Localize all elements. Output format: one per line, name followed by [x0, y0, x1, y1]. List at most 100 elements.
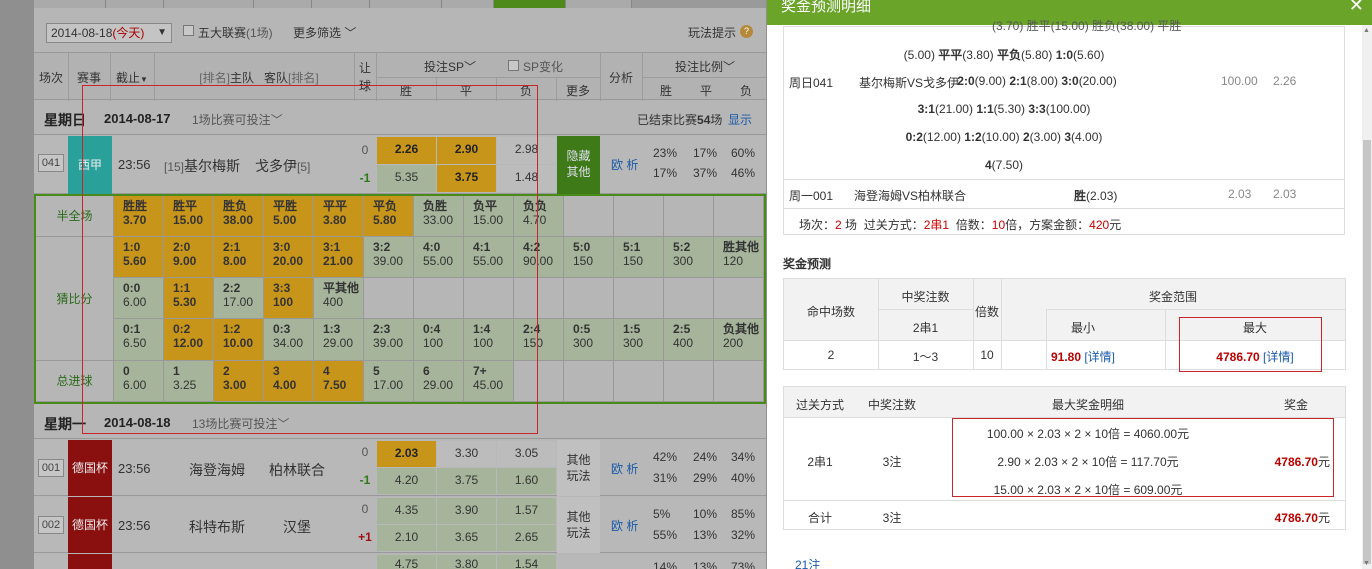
col-round: 场次: [38, 71, 63, 85]
ratio-lose: 60%: [731, 146, 756, 160]
sp-draw[interactable]: 3.30: [437, 441, 496, 467]
nav-tab[interactable]: [312, 0, 370, 8]
sp-hc-lose[interactable]: 2.65: [497, 525, 556, 551]
odds-option[interactable]: 1:5 300: [614, 319, 664, 361]
league-badge[interactable]: 德国杯: [68, 497, 112, 553]
bet-ratio-select[interactable]: 投注比例﹀: [644, 58, 766, 75]
option-key: 5:2: [673, 240, 691, 254]
match-time: 23:56: [118, 518, 151, 533]
ratio-lose: 34%: [731, 450, 756, 464]
col-ratio-draw: 平: [699, 84, 712, 98]
odds-option[interactable]: 负其他 200: [714, 319, 764, 361]
odds-option[interactable]: 5:1 150: [614, 237, 664, 278]
nav-tab[interactable]: [566, 0, 632, 8]
detail-line-5: 0:2(12.00) 1:2(10.00) 2(3.00) 3(4.00): [784, 130, 1224, 144]
nav-tab[interactable]: [254, 0, 312, 8]
nav-tab[interactable]: [106, 0, 164, 8]
sp-hc-lose[interactable]: 1.60: [497, 468, 556, 494]
scroll-down-icon[interactable]: ▼: [1363, 560, 1370, 567]
detail-segment: (4.00): [1071, 130, 1103, 144]
scroll-up-icon[interactable]: ▲: [1363, 27, 1370, 34]
odds-option[interactable]: 胜其他 120: [714, 237, 764, 278]
annotation-box: [82, 85, 538, 434]
home-team[interactable]: 科特布斯: [189, 517, 245, 537]
partial-text: 21注: [795, 558, 821, 569]
date-select[interactable]: 2014-08-18(今天) ▼: [46, 23, 172, 43]
match2-pick: 胜(2.03): [1074, 189, 1118, 203]
detail-segment: 3:1: [917, 102, 935, 116]
option-key: 2:5: [673, 322, 691, 336]
close-icon[interactable]: ✕: [1349, 0, 1364, 14]
predict-title: 奖金预测: [783, 257, 832, 271]
col-event[interactable]: 赛事: [68, 69, 110, 86]
sp-win[interactable]: 4.35: [377, 498, 436, 524]
sp-lose[interactable]: 1.57: [497, 498, 556, 524]
detail-segment: (5.00): [903, 48, 939, 62]
col-pass: 过关方式: [795, 398, 844, 412]
sp-change-checkbox[interactable]: [508, 60, 519, 71]
away-team[interactable]: 柏林联合: [269, 460, 325, 480]
other-plays-button[interactable]: 其他玩法: [557, 440, 600, 496]
col-teams: [排名]主队 客队[排名]: [199, 71, 319, 85]
nav-tab[interactable]: [164, 0, 254, 8]
min-detail-link[interactable]: [详情]: [1084, 350, 1115, 364]
sp-hc-draw[interactable]: 3.65: [437, 525, 496, 551]
analysis-link[interactable]: 欧 析: [611, 517, 638, 534]
match-number: 002: [38, 516, 64, 534]
nav-tab[interactable]: [442, 0, 494, 8]
detail-segment: (3.00): [1029, 130, 1065, 144]
scrollbar[interactable]: ▲ ▼: [1362, 25, 1372, 569]
detail-segment: (10.00): [981, 130, 1023, 144]
option-odds: 120: [723, 254, 744, 268]
away-team[interactable]: 汉堡: [283, 517, 311, 537]
analysis-link[interactable]: 欧 析: [611, 156, 638, 173]
col-notes: 中奖注数: [901, 290, 950, 304]
match2-min-sp: 2.03: [1273, 187, 1297, 201]
help-icon[interactable]: ?: [740, 25, 753, 38]
nav-tab[interactable]: [370, 0, 442, 8]
empty-cell: [714, 278, 764, 319]
option-key: 5:1: [623, 240, 641, 254]
sp-lose[interactable]: 3.05: [497, 441, 556, 467]
analysis-link[interactable]: 欧 析: [611, 460, 638, 477]
show-link[interactable]: 显示: [728, 111, 752, 128]
odds-option[interactable]: 5:0 150: [564, 237, 614, 278]
nav-tab[interactable]: [34, 0, 106, 8]
nav-tab-active[interactable]: [494, 0, 566, 8]
odds-option[interactable]: 2:5 400: [664, 319, 714, 361]
col-deadline[interactable]: 截止▼: [110, 69, 154, 86]
sp-win[interactable]: 4.75: [377, 555, 436, 569]
match1-max-sp: 100.00: [1221, 74, 1258, 88]
option-key: 5:0: [573, 240, 591, 254]
play-hint-label[interactable]: 玩法提示: [688, 24, 736, 41]
sp-draw[interactable]: 3.80: [437, 555, 496, 569]
scrollbar-thumb[interactable]: [1363, 140, 1371, 564]
col-min: 最小: [1070, 321, 1095, 335]
home-team[interactable]: 海登海姆: [189, 460, 245, 480]
option-key: 负其他: [723, 322, 760, 336]
bet-sp-select[interactable]: 投注SP﹀: [424, 58, 476, 75]
league-badge[interactable]: [68, 554, 112, 569]
detail-line-3: 2:0(9.00) 2:1(8.00) 3:0(20.00): [784, 74, 1224, 88]
sp-hc-draw[interactable]: 3.75: [437, 468, 496, 494]
sp-hc-win[interactable]: 2.10: [377, 525, 436, 551]
odds-option[interactable]: 5:2 300: [664, 237, 714, 278]
sp-draw[interactable]: 3.90: [437, 498, 496, 524]
hide-others-button[interactable]: 隐藏其他: [557, 136, 600, 194]
other-plays-button[interactable]: 其他玩法: [557, 497, 600, 553]
five-leagues-checkbox[interactable]: [183, 25, 194, 36]
sp-lose[interactable]: 1.54: [497, 555, 556, 569]
sp-hc-win[interactable]: 4.20: [377, 468, 436, 494]
league-badge[interactable]: 德国杯: [68, 440, 112, 496]
five-leagues-label[interactable]: 五大联赛(1场): [198, 24, 273, 41]
total-prize: 4786.70元: [1274, 511, 1330, 525]
today-label: (今天): [112, 26, 145, 40]
ratio-hc-win: 17%: [653, 166, 678, 180]
sp-win[interactable]: 2.03: [377, 441, 436, 467]
sp-change-label[interactable]: SP变化: [523, 58, 563, 75]
chevron-down-icon: ﹀: [344, 26, 357, 40]
detail-segment: (5.30): [993, 102, 1029, 116]
odds-option[interactable]: 0:5 300: [564, 319, 614, 361]
more-filter-button[interactable]: 更多筛选 ﹀: [293, 24, 356, 41]
col-analysis: 分析: [608, 71, 633, 85]
